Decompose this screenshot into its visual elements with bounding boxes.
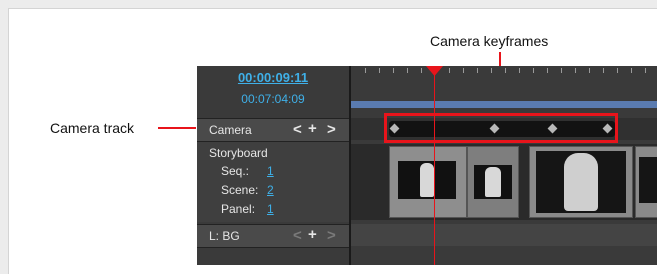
layer-add-button[interactable]: + (308, 226, 317, 243)
panel-thumbnail[interactable] (467, 146, 519, 218)
previous-keyframe-button[interactable]: < (293, 121, 302, 138)
seq-label: Seq.: (221, 164, 250, 178)
scene-range-bar (351, 101, 657, 108)
camera-track-header[interactable]: Camera < + > (197, 118, 349, 142)
storyboard-label: Storyboard (209, 146, 268, 160)
camera-keyframes-highlight (384, 113, 618, 143)
next-keyframe-button[interactable]: > (327, 121, 336, 138)
storyboard-track-header: Storyboard Seq.: 1 Scene: 2 Panel: 1 (197, 142, 349, 222)
timeline-area[interactable] (351, 66, 657, 265)
panel-thumbnail[interactable] (529, 146, 633, 218)
panel-thumbnail[interactable] (635, 146, 657, 218)
add-keyframe-button[interactable]: + (308, 120, 317, 137)
camera-track-pointer (158, 127, 196, 129)
time-ruler[interactable] (351, 66, 657, 98)
current-timecode[interactable]: 00:00:09:11 (197, 70, 349, 85)
layer-previous-button[interactable]: < (293, 227, 302, 244)
layer-next-button[interactable]: > (327, 227, 336, 244)
panel-label: Panel: (221, 202, 256, 216)
total-timecode: 00:07:04:09 (241, 92, 305, 106)
playhead-line[interactable] (434, 66, 435, 265)
camera-keyframes-callout: Camera keyframes (430, 33, 549, 49)
scene-label: Scene: (221, 183, 259, 197)
panel-link[interactable]: 1 (267, 202, 274, 216)
track-headers: 00:00:09:11 00:07:04:09 Camera < + > Sto… (197, 66, 349, 265)
playhead-marker-icon[interactable] (426, 66, 443, 76)
layer-track-lane[interactable] (351, 224, 657, 246)
timeline-panel: 00:00:09:11 00:07:04:09 Camera < + > Sto… (197, 66, 657, 265)
panel-thumbnail[interactable] (389, 146, 467, 218)
layer-label: L: BG (209, 229, 240, 243)
layer-track-header[interactable]: L: BG < + > (197, 224, 349, 248)
scene-link[interactable]: 2 (267, 183, 274, 197)
seq-link[interactable]: 1 (267, 164, 274, 178)
camera-track-label: Camera (209, 123, 252, 137)
camera-track-callout: Camera track (50, 120, 135, 136)
